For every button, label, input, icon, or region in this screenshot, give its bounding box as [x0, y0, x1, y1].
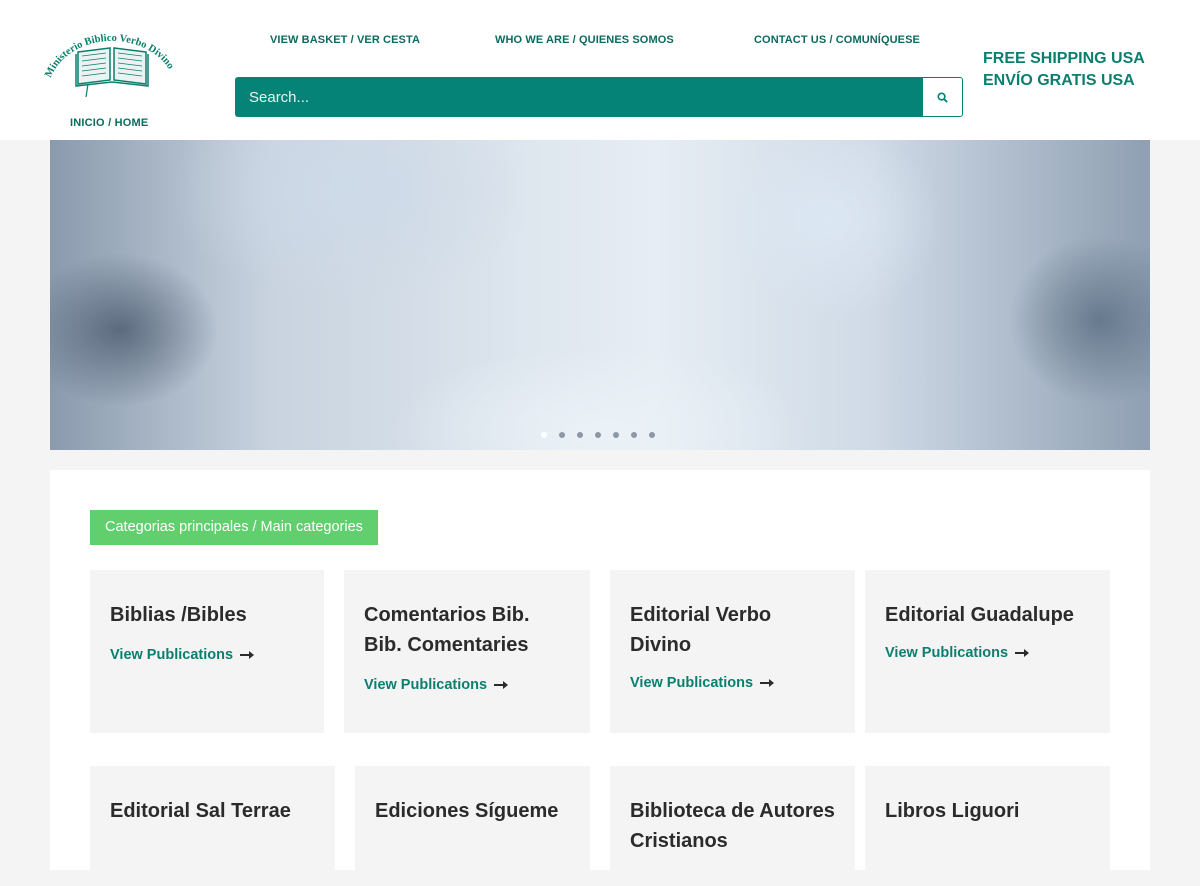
home-link[interactable]: INICIO / HOME	[70, 117, 148, 129]
category-title: Biblias /Bibles	[110, 604, 247, 626]
category-card[interactable]: Editorial Sal Terrae	[90, 766, 335, 886]
view-publications-label: View Publications	[364, 677, 488, 693]
category-card[interactable]: Editorial Verbo Divino View Publications	[610, 570, 855, 733]
arrow-right-icon	[1015, 649, 1030, 657]
category-title: Editorial Sal Terrae	[110, 800, 291, 822]
nav-view-basket[interactable]: VIEW BASKET / VER CESTA	[270, 34, 420, 46]
categories-panel: Categorias principales / Main categories…	[50, 470, 1150, 886]
view-publications-link[interactable]: View Publications	[110, 647, 255, 663]
nav-contact-us[interactable]: CONTACT US / COMUNÍQUESE	[754, 34, 920, 46]
view-publications-label: View Publications	[885, 645, 1009, 661]
category-title: Libros Liguori	[885, 800, 1020, 822]
category-title: Ediciones Sígueme	[375, 800, 559, 822]
category-title: Editorial Verbo Divino	[630, 604, 772, 656]
slider-dot-6[interactable]	[631, 432, 637, 438]
bible-logo-icon: Ministerio Biblico Verbo Divino	[43, 33, 176, 98]
slider-dot-4[interactable]	[595, 432, 601, 438]
category-title: Biblioteca de Autores Cristianos	[630, 800, 835, 852]
slider-dot-7[interactable]	[649, 432, 655, 438]
slider-dot-1[interactable]	[541, 432, 547, 438]
view-publications-link[interactable]: View Publications	[364, 677, 509, 693]
shipping-notice: FREE SHIPPING USA ENVÍO GRATIS USA	[983, 48, 1145, 92]
search-icon	[937, 91, 948, 103]
category-card[interactable]: Libros Liguori	[865, 766, 1110, 886]
category-card[interactable]: Editorial Guadalupe View Publications	[865, 570, 1110, 733]
category-title: Editorial Guadalupe	[885, 604, 1074, 626]
view-publications-label: View Publications	[110, 647, 234, 663]
nav-who-we-are[interactable]: WHO WE ARE / QUIENES SOMOS	[495, 34, 674, 46]
view-publications-link[interactable]: View Publications	[630, 675, 775, 691]
shipping-line-en: FREE SHIPPING USA	[983, 50, 1145, 67]
category-card[interactable]: Ediciones Sígueme	[355, 766, 590, 886]
hero-slider[interactable]	[50, 140, 1150, 450]
category-card[interactable]: Biblioteca de Autores Cristianos	[610, 766, 855, 886]
category-card[interactable]: Comentarios Bib. Bib. Comentaries View P…	[344, 570, 590, 733]
search-input[interactable]	[235, 77, 922, 117]
top-nav: VIEW BASKET / VER CESTA WHO WE ARE / QUI…	[0, 34, 1200, 48]
category-card[interactable]: Biblias /Bibles View Publications	[90, 570, 324, 733]
slider-dot-2[interactable]	[559, 432, 565, 438]
shipping-line-es: ENVÍO GRATIS USA	[983, 72, 1135, 89]
category-title: Comentarios Bib. Bib. Comentaries	[364, 604, 530, 656]
view-publications-label: View Publications	[630, 675, 754, 691]
logo[interactable]: Ministerio Biblico Verbo Divino	[40, 18, 184, 98]
slider-dot-5[interactable]	[613, 432, 619, 438]
search-bar	[235, 77, 963, 117]
site-header: Ministerio Biblico Verbo Divino INICIO /…	[0, 0, 1200, 140]
arrow-right-icon	[494, 681, 509, 689]
slider-dot-3[interactable]	[577, 432, 583, 438]
arrow-right-icon	[760, 679, 775, 687]
categories-heading: Categorias principales / Main categories	[90, 510, 378, 545]
view-publications-link[interactable]: View Publications	[885, 645, 1030, 661]
search-button[interactable]	[922, 77, 963, 117]
arrow-right-icon	[240, 651, 255, 659]
